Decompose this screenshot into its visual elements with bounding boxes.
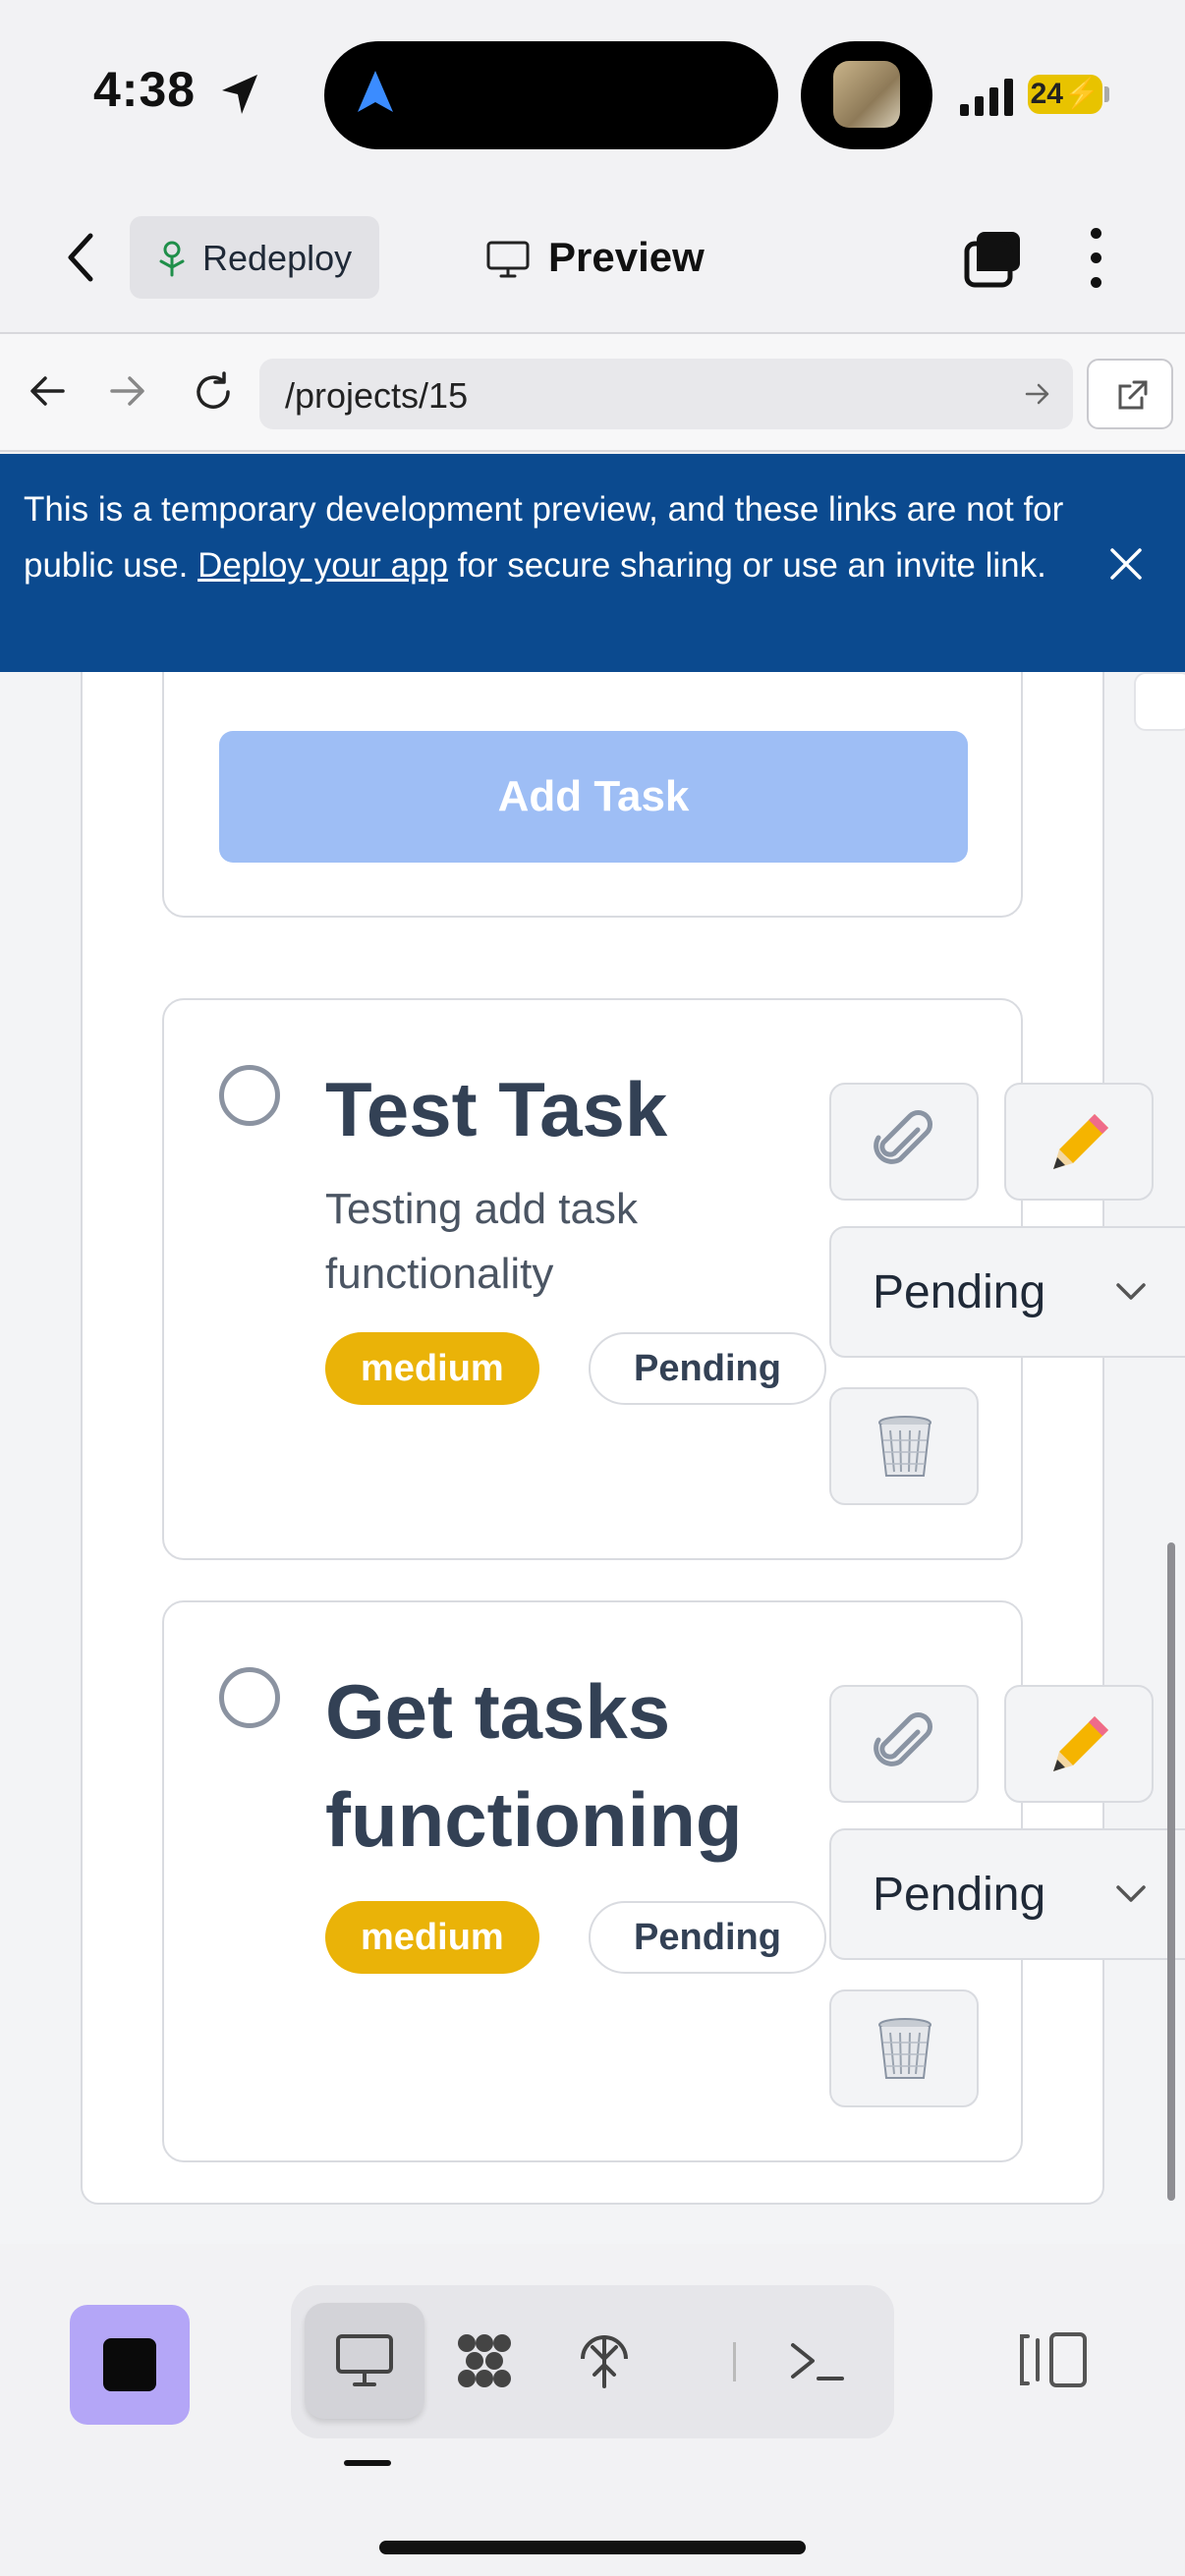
deploy-app-link[interactable]: Deploy your app bbox=[198, 546, 448, 585]
side-panel-edge bbox=[1134, 672, 1185, 731]
active-tab-indicator bbox=[344, 2460, 391, 2466]
tabs-switcher-icon[interactable] bbox=[963, 228, 1024, 289]
attach-button[interactable] bbox=[829, 1685, 979, 1803]
status-select[interactable]: Pending bbox=[829, 1226, 1185, 1358]
navigation-app-icon bbox=[358, 71, 393, 112]
priority-badge: medium bbox=[325, 1901, 539, 1974]
external-link-icon bbox=[1118, 380, 1148, 410]
chevron-down-icon bbox=[1116, 1885, 1146, 1902]
edit-button[interactable] bbox=[1004, 1685, 1154, 1803]
status-select-value: Pending bbox=[873, 1266, 1046, 1318]
more-options-icon[interactable] bbox=[1081, 228, 1110, 291]
status-bar: 4:38 24⚡ bbox=[0, 0, 1185, 196]
page-content: Add Task Test Task Testing add task func… bbox=[0, 672, 1185, 2244]
delete-button[interactable] bbox=[829, 1387, 979, 1505]
paperclip-icon bbox=[874, 1712, 932, 1766]
location-arrow-icon bbox=[222, 75, 257, 114]
shell-tab[interactable] bbox=[757, 2303, 876, 2419]
attach-button[interactable] bbox=[829, 1083, 979, 1201]
banner-message: This is a temporary development preview,… bbox=[24, 481, 1085, 593]
browser-back-icon[interactable] bbox=[28, 371, 67, 411]
task-description: Testing add task functionality bbox=[325, 1185, 638, 1298]
deployments-tab[interactable] bbox=[544, 2303, 664, 2419]
pencil-icon bbox=[1053, 1716, 1108, 1771]
browser-url-bar: /projects/15 bbox=[0, 334, 1185, 452]
reload-icon[interactable] bbox=[191, 369, 236, 415]
edit-button[interactable] bbox=[1004, 1083, 1154, 1201]
panel-toggle-icon[interactable] bbox=[1018, 2330, 1089, 2389]
deploy-tree-icon bbox=[159, 241, 185, 277]
close-icon[interactable] bbox=[1106, 544, 1146, 584]
preview-tab[interactable] bbox=[305, 2303, 424, 2419]
task-complete-checkbox[interactable] bbox=[219, 1667, 280, 1728]
home-indicator bbox=[379, 2541, 806, 2554]
back-chevron-icon[interactable] bbox=[61, 228, 100, 287]
dev-preview-banner: This is a temporary development preview,… bbox=[0, 454, 1185, 672]
stop-button[interactable] bbox=[70, 2305, 190, 2425]
task-complete-checkbox[interactable] bbox=[219, 1065, 280, 1126]
charging-bolt-icon: ⚡ bbox=[1063, 78, 1100, 110]
terminal-icon bbox=[791, 2343, 844, 2380]
workflow-nodes-icon bbox=[458, 2334, 511, 2387]
add-task-button[interactable]: Add Task bbox=[219, 731, 968, 863]
status-select-value: Pending bbox=[873, 1869, 1046, 1921]
monitor-icon bbox=[336, 2334, 393, 2386]
task-card: Test Task Testing add task functionality… bbox=[162, 998, 1185, 1560]
scrollbar-thumb[interactable] bbox=[1167, 1542, 1175, 2201]
add-task-form: Add Task bbox=[162, 672, 1023, 918]
toolbar-divider bbox=[733, 2342, 736, 2381]
paperclip-icon bbox=[874, 1110, 932, 1164]
battery-level: 24 bbox=[1030, 78, 1063, 110]
chevron-down-icon bbox=[1116, 1283, 1146, 1300]
bottom-toolbar bbox=[0, 2244, 1185, 2576]
redeploy-label: Redeploy bbox=[202, 238, 353, 278]
app-header: Redeploy Preview bbox=[0, 196, 1185, 334]
open-external-button[interactable] bbox=[1087, 359, 1173, 429]
redeploy-button[interactable]: Redeploy bbox=[130, 216, 379, 299]
status-select[interactable]: Pending bbox=[829, 1828, 1185, 1960]
delete-button[interactable] bbox=[829, 1989, 979, 2107]
priority-badge: medium bbox=[325, 1332, 539, 1405]
stop-icon bbox=[103, 2338, 156, 2391]
status-badge: Pending bbox=[589, 1901, 826, 1974]
trash-can-icon bbox=[878, 2018, 931, 2079]
preview-title: Preview bbox=[548, 234, 705, 280]
url-path: /projects/15 bbox=[285, 375, 469, 416]
deploy-icon bbox=[581, 2335, 628, 2388]
banner-text-after: for secure sharing or use an invite link… bbox=[447, 546, 1046, 585]
task-title: Test Task bbox=[325, 1066, 668, 1152]
media-thumbnail bbox=[833, 61, 900, 128]
battery-tip bbox=[1104, 86, 1109, 102]
trash-can-icon bbox=[878, 1416, 931, 1477]
task-title: Get tasks functioning bbox=[325, 1668, 743, 1863]
monitor-icon bbox=[486, 241, 530, 278]
cellular-signal-icon bbox=[960, 79, 1013, 116]
go-arrow-icon[interactable] bbox=[1024, 380, 1051, 408]
clock: 4:38 bbox=[93, 62, 197, 117]
task-card: Get tasks functioning medium Pending Pen… bbox=[162, 1600, 1185, 2162]
view-switcher bbox=[291, 2285, 894, 2438]
pencil-icon bbox=[1053, 1114, 1108, 1169]
battery-indicator: 24⚡ bbox=[1028, 75, 1102, 114]
browser-forward-icon[interactable] bbox=[108, 371, 147, 411]
status-badge: Pending bbox=[589, 1332, 826, 1405]
url-input[interactable]: /projects/15 bbox=[259, 359, 1073, 429]
integrations-tab[interactable] bbox=[424, 2303, 544, 2419]
